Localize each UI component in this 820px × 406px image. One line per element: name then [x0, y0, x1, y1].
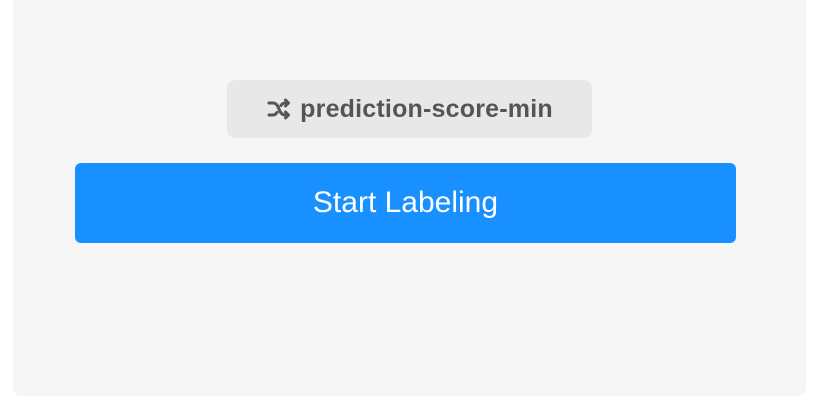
- sampling-strategy-badge: prediction-score-min: [227, 80, 592, 138]
- start-labeling-button[interactable]: Start Labeling: [75, 163, 736, 243]
- shuffle-icon: [266, 96, 292, 122]
- sampling-strategy-label: prediction-score-min: [300, 94, 553, 123]
- labeling-start-panel: prediction-score-min Start Labeling: [13, 0, 806, 396]
